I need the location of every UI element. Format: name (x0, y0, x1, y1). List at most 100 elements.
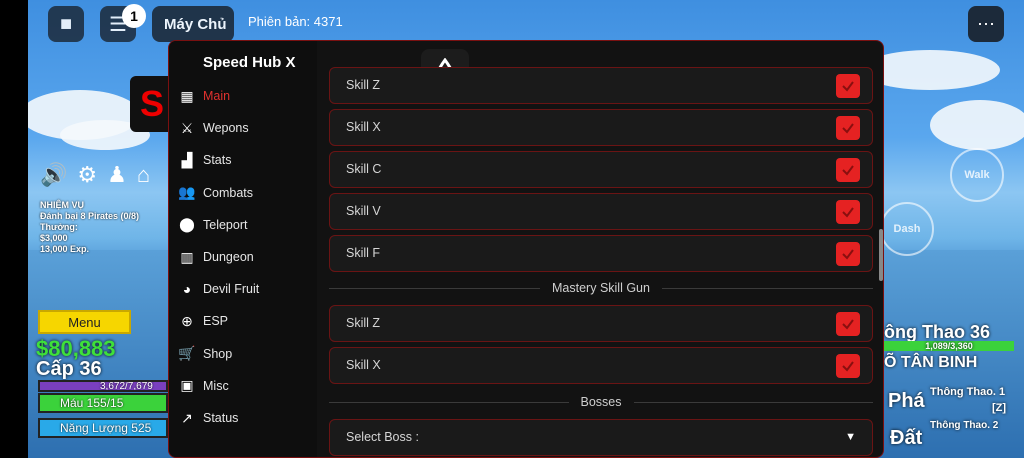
check-icon (842, 123, 854, 134)
sidebar-item-misc[interactable]: ▣ Misc (177, 375, 229, 397)
sidebar-item-esp[interactable]: ⊕ ESP (177, 310, 228, 332)
toggle-skill-v[interactable]: Skill V (329, 193, 873, 230)
check-icon (842, 207, 854, 218)
roblox-icon[interactable]: ■ (48, 6, 84, 42)
health-bar: Máu 155/15 (38, 393, 168, 413)
building-icon: ▥ (180, 248, 194, 265)
more-options-icon[interactable]: ⋯ (968, 6, 1004, 42)
toggle-skill-x[interactable]: Skill X (329, 109, 873, 146)
hub-sidebar: Speed Hub X ▦ Main ⚔ Wepons ▟ Stats 👥 Combats ⬤ T… (169, 41, 317, 457)
quest-panel: NHIỆM VỤ Đánh bại 8 Pirates (0/8) Thưởng… (40, 200, 139, 255)
fighting-style-title: ông Thao 36 (884, 322, 991, 342)
toggle-skill-z[interactable]: Skill Z (329, 67, 873, 104)
check-icon (842, 81, 854, 92)
row-label: Skill C (346, 162, 382, 176)
home-icon: ▦ (180, 87, 194, 104)
skill-key: [Z] (992, 402, 1007, 414)
row-label: Skill X (346, 120, 381, 134)
fruit-icon: ◕ (182, 281, 192, 298)
sidebar-item-devil-fruit[interactable]: ◕ Devil Fruit (177, 278, 260, 300)
select-boss-dropdown[interactable]: Select Boss : ▼ (329, 419, 873, 456)
toggle-checkbox[interactable] (836, 158, 860, 182)
reward-label: Thưởng: (40, 222, 78, 232)
reward-money: $3,000 (40, 233, 68, 243)
sidebar-item-label: ESP (203, 314, 229, 329)
sidebar-item-label: Devil Fruit (203, 282, 260, 297)
dropdown-label: Select Boss : (346, 430, 419, 444)
screen-edge (0, 0, 28, 458)
sidebar-item-label: Dungeon (203, 250, 254, 264)
energy-bar: Năng Lượng 525 (38, 418, 168, 438)
hub-title: Speed Hub X (203, 54, 296, 71)
crew-icon[interactable]: ♟ (107, 162, 127, 188)
section-bosses: Bosses (329, 393, 873, 411)
quest-title: NHIỆM VỤ (40, 200, 85, 210)
chevron-down-icon: ▼ (845, 431, 856, 443)
quest-text: Đánh bại 8 Pirates (0/8) (40, 211, 140, 221)
dash-button[interactable]: Dash (880, 202, 934, 256)
row-label: Skill Z (346, 78, 381, 92)
version-label: Phiên bản: 4371 (248, 14, 343, 29)
notification-badge: 1 (122, 4, 146, 28)
server-button[interactable]: Máy Chủ (152, 6, 234, 42)
hub-panel: Speed Hub X ▦ Main ⚔ Wepons ▟ Stats 👥 Combats ⬤ T… (168, 40, 884, 458)
row-label: Skill X (346, 358, 381, 372)
speaker-icon[interactable]: 🔊 (40, 162, 67, 188)
check-icon (842, 165, 854, 176)
section-title: Bosses (568, 395, 634, 409)
sidebar-item-label: Teleport (203, 217, 248, 232)
sidebar-item-wepons[interactable]: ⚔ Wepons (177, 117, 249, 139)
toggle-gun-skill-x[interactable]: Skill X (329, 347, 873, 384)
sidebar-item-label: Wepons (203, 121, 249, 136)
section-mastery-skill-gun: Mastery Skill Gun (329, 279, 873, 297)
sidebar-item-shop[interactable]: 🛒 Shop (177, 343, 232, 365)
sidebar-item-label: Combats (203, 185, 254, 200)
home-icon[interactable]: ⌂ (137, 162, 150, 188)
row-label: Skill F (346, 246, 381, 260)
toggle-checkbox[interactable] (836, 116, 860, 140)
level-label: Cấp 36 (36, 358, 102, 380)
toggle-checkbox[interactable] (836, 200, 860, 224)
sidebar-item-label: Main (203, 89, 231, 103)
reward-exp: 13,000 Exp. (40, 244, 90, 254)
mastery-bar: 1,089/3,360 (884, 341, 1014, 351)
sidebar-item-teleport[interactable]: ⬤ Teleport (177, 214, 247, 236)
toggle-skill-c[interactable]: Skill C (329, 151, 873, 188)
toggle-checkbox[interactable] (836, 242, 860, 266)
sidebar-item-main[interactable]: ▦ Main (177, 85, 230, 107)
signal-icon: ▟ (181, 151, 193, 168)
sword-icon: ⚔ (180, 119, 194, 136)
walk-button[interactable]: Walk (950, 148, 1004, 202)
skill-name: Thông Thao. 1 (930, 386, 1006, 398)
pin-icon: ⬤ (179, 216, 195, 233)
row-label: Skill V (346, 204, 381, 218)
sidebar-item-label: Status (203, 411, 239, 425)
rank-label: Õ TÂN BINH (884, 354, 978, 371)
toggle-checkbox[interactable] (836, 312, 860, 336)
toggle-skill-f[interactable]: Skill F (329, 235, 873, 272)
cloud (930, 100, 1024, 150)
sidebar-item-stats[interactable]: ▟ Stats (177, 149, 232, 171)
users-icon: 👥 (178, 184, 196, 201)
check-icon (842, 361, 854, 372)
scrollbar[interactable] (879, 229, 883, 281)
grid-icon: ▣ (180, 377, 194, 394)
sidebar-item-label: Misc (203, 378, 229, 393)
hud-icon-row: 🔊 ⚙ ♟ ⌂ (40, 162, 150, 188)
section-title: Mastery Skill Gun (540, 281, 662, 295)
exp-bar: 3,672/7,679 (38, 380, 168, 392)
sidebar-item-status[interactable]: ↗ Status (177, 407, 238, 429)
sidebar-item-combats[interactable]: 👥 Combats (177, 182, 253, 204)
crosshair-icon: ⊕ (181, 312, 193, 329)
toggle-checkbox[interactable] (836, 74, 860, 98)
sidebar-item-label: Shop (203, 346, 233, 361)
sidebar-item-dungeon[interactable]: ▥ Dungeon (177, 246, 254, 268)
menu-button[interactable]: Menu (38, 310, 131, 334)
row-label: Skill Z (346, 316, 381, 330)
check-icon (842, 319, 854, 330)
check-icon (842, 249, 854, 260)
toggle-gun-skill-z[interactable]: Skill Z (329, 305, 873, 342)
gear-icon[interactable]: ⚙ (77, 162, 97, 188)
dat-label: Đất (890, 427, 923, 449)
toggle-checkbox[interactable] (836, 354, 860, 378)
